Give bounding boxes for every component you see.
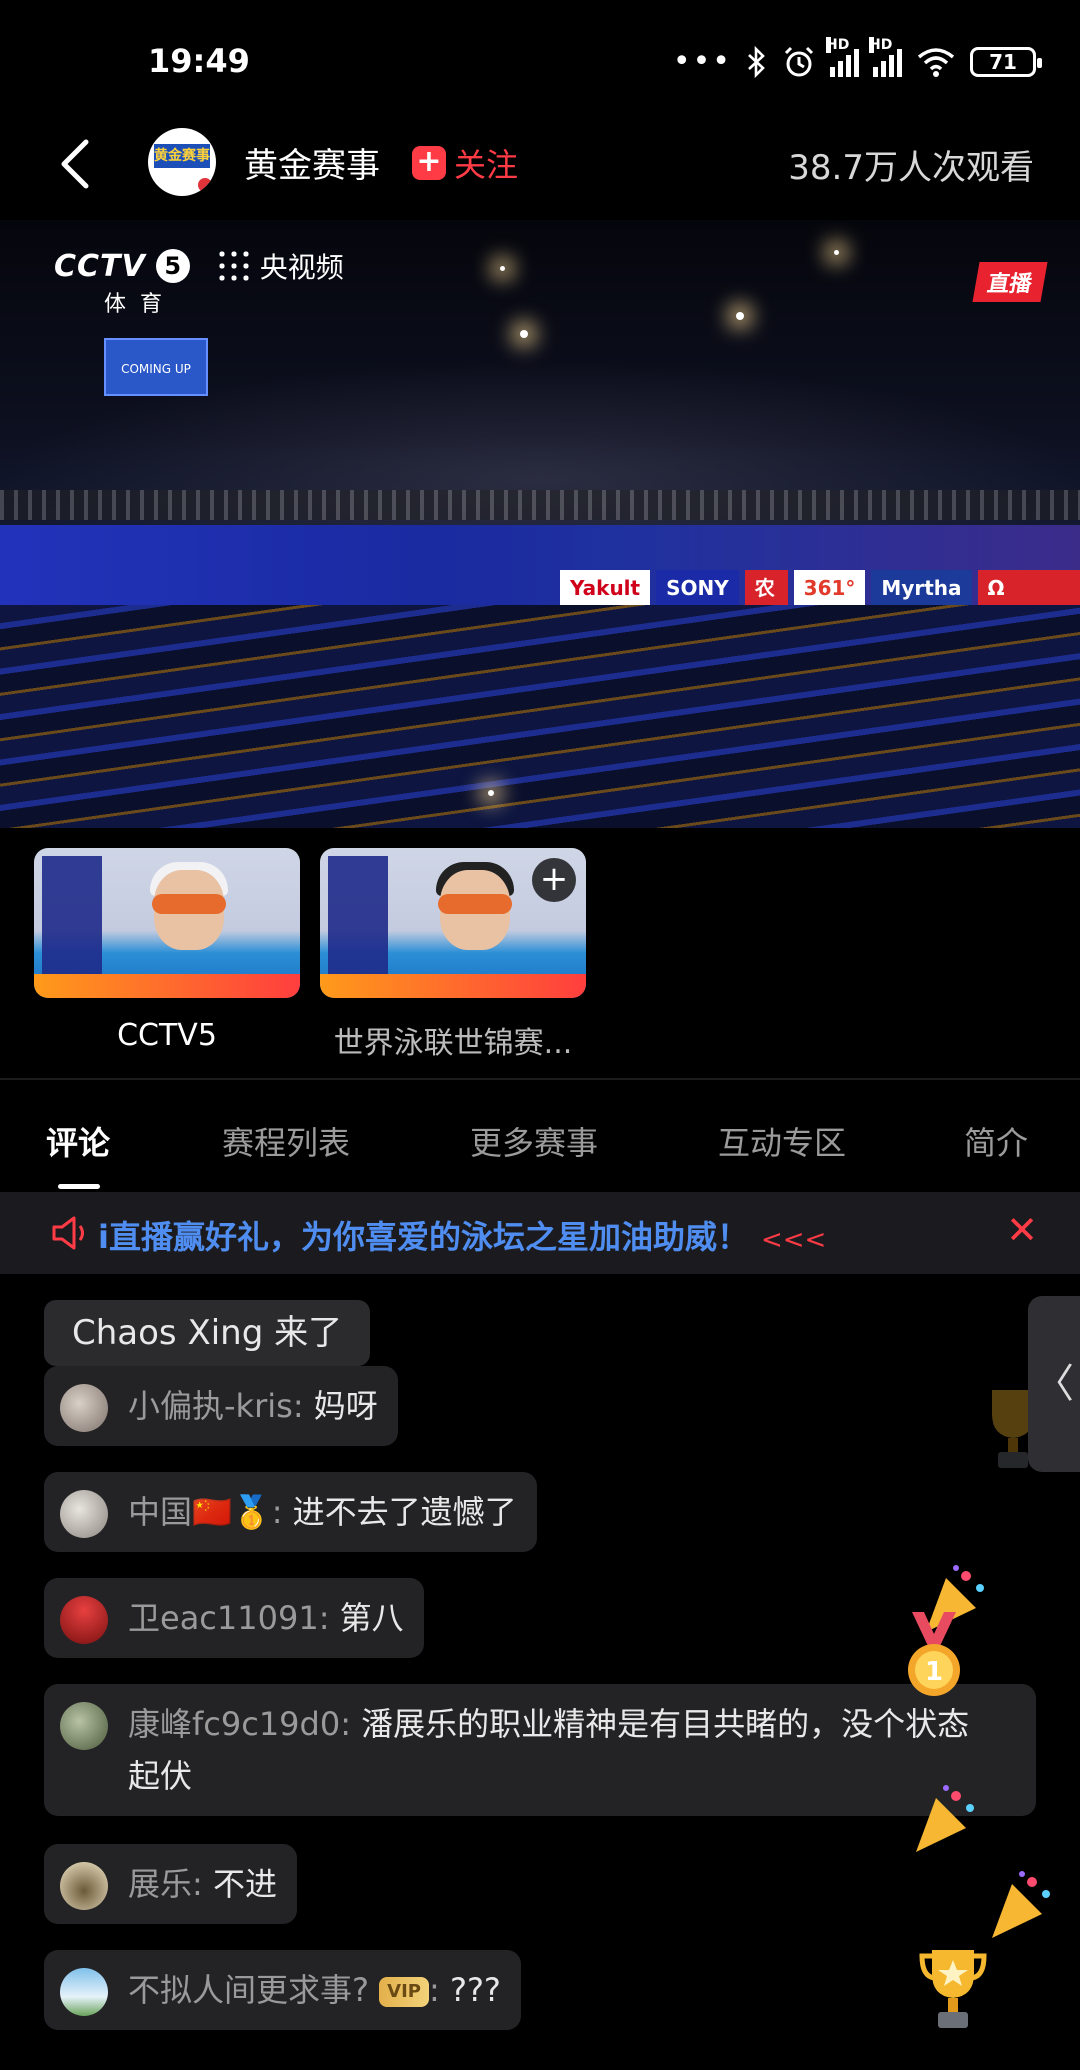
tab-intro[interactable]: 简介 <box>964 1118 1028 1164</box>
tab-active-indicator <box>58 1184 100 1189</box>
scoreboard: COMING UP <box>104 338 208 396</box>
add-stream-icon[interactable]: + <box>532 858 576 902</box>
channel-avatar[interactable]: 黄金赛事 <box>148 128 216 196</box>
stadium-light <box>520 330 528 338</box>
comment-username[interactable]: 康峰fc9c19d0 <box>128 1705 340 1743</box>
stream-thumb-image <box>34 848 300 998</box>
bluetooth-icon <box>748 45 765 78</box>
user-avatar[interactable] <box>60 1702 108 1750</box>
swimming-pool <box>0 605 1080 828</box>
tab-interactive[interactable]: 互动专区 <box>718 1118 846 1164</box>
user-avatar[interactable] <box>60 1596 108 1644</box>
comment-feed: Chaos Xing 来了 小偏执-kris: 妈呀 中国🇨🇳🥇: 进不去了遗憾… <box>0 1290 1080 2070</box>
video-player[interactable]: Yakult SONY 农夫山泉 361° Myrtha Pools Ω OME… <box>0 220 1080 828</box>
comment-item[interactable]: 卫eac11091: 第八 <box>44 1578 424 1658</box>
status-time: 19:49 <box>148 42 250 80</box>
stadium-light <box>736 312 744 320</box>
tab-schedule[interactable]: 赛程列表 <box>222 1118 350 1164</box>
stream-thumb-cctv5[interactable]: CCTV5 <box>34 848 300 1053</box>
comment-username[interactable]: 不拟人间更求事? <box>128 1971 369 2009</box>
status-icons: ••• HD HD 71 <box>672 36 1042 79</box>
stadium-light <box>834 250 839 255</box>
sponsor-nongfu: 农夫山泉 <box>744 570 788 708</box>
follow-button[interactable]: + 关注 <box>412 140 518 186</box>
live-badge: 直播 <box>972 262 1048 302</box>
party-popper-icon <box>992 1871 1050 1938</box>
sponsor-yakult: Yakult <box>560 570 651 606</box>
stream-thumb-caption: CCTV5 <box>117 1018 217 1053</box>
promo-message: i直播赢好礼，为你喜爱的泳坛之星加油助威！ <box>98 1218 749 1256</box>
comment-item[interactable]: 中国🇨🇳🥇: 进不去了遗憾了 <box>44 1472 537 1552</box>
comment-username[interactable]: 中国🇨🇳🥇 <box>128 1493 272 1531</box>
close-icon[interactable]: ✕ <box>1006 1208 1038 1252</box>
wifi-icon <box>917 47 955 77</box>
stream-switcher: CCTV5 + 世界泳联世锦赛... <box>0 848 1080 1061</box>
cctv-subtitle: 体育 <box>104 292 177 317</box>
railing <box>0 490 1080 520</box>
signal-hd-icon: HD <box>869 36 902 77</box>
status-bar: 19:49 ••• HD HD 71 <box>0 0 1080 120</box>
comment-text: ??? <box>449 1971 501 2009</box>
channel-logo-text: 黄金赛事 <box>154 144 210 168</box>
sponsor-361: 361° <box>793 570 866 606</box>
user-avatar[interactable] <box>60 1384 108 1432</box>
live-header: 黄金赛事 黄金赛事 + 关注 38.7万人次观看 <box>0 120 1080 220</box>
sponsor-myrtha: Myrtha Pools <box>871 570 972 636</box>
user-avatar[interactable] <box>60 1490 108 1538</box>
sponsor-boards: Yakult SONY 农夫山泉 361° Myrtha Pools Ω OME… <box>560 570 1080 708</box>
battery-icon: 71 <box>970 46 1042 77</box>
side-panel-toggle[interactable]: 〈 <box>1028 1296 1080 1472</box>
platform-logo: 央视频 <box>215 246 344 286</box>
stream-thumb-image: + <box>320 848 586 998</box>
platform-name: 央视频 <box>259 251 344 284</box>
promo-text: i直播赢好礼，为你喜爱的泳坛之星加油助威！ <<< <box>98 1212 826 1258</box>
party-popper-icon <box>916 1785 974 1852</box>
promo-banner[interactable]: i直播赢好礼，为你喜爱的泳坛之星加油助威！ <<< ✕ <box>0 1192 1080 1274</box>
user-avatar[interactable] <box>60 1968 108 2016</box>
promo-arrows: <<< <box>760 1225 827 1255</box>
gold-medal-icon: 1 <box>908 1612 960 1696</box>
broadcaster-logo: CCTV 5 体育 央视频 <box>54 246 344 317</box>
cctv-channel-number: 5 <box>155 249 190 283</box>
yangshipin-icon <box>215 248 252 284</box>
stream-thumb-caption: 世界泳联世锦赛... <box>333 1026 573 1061</box>
speaker-icon <box>52 1216 84 1250</box>
sponsor-omega: Ω OMEGA <box>977 570 1080 636</box>
vip-badge: VIP <box>379 1977 429 2007</box>
comment-username[interactable]: 卫eac11091 <box>128 1599 319 1637</box>
alarm-icon <box>784 46 814 76</box>
stadium-light <box>500 266 505 271</box>
comment-item[interactable]: 康峰fc9c19d0: 潘展乐的职业精神是有目共睹的，没个状态起伏 <box>44 1684 1036 1816</box>
comment-text: 第八 <box>339 1599 404 1637</box>
trophy-icon <box>919 1950 987 2028</box>
comment-username[interactable]: 小偏执-kris <box>128 1387 293 1425</box>
stream-thumb-world-aquatics[interactable]: + 世界泳联世锦赛... <box>320 848 586 1062</box>
stadium-light <box>488 790 494 796</box>
comment-item[interactable]: 小偏执-kris: 妈呀 <box>44 1366 398 1446</box>
channel-name[interactable]: 黄金赛事 <box>244 138 380 187</box>
more-dots-icon: ••• <box>672 44 732 79</box>
cctv-logo: CCTV <box>54 248 146 284</box>
comment-item[interactable]: 不拟人间更求事? VIP: ??? <box>44 1950 521 2030</box>
svg-text:1: 1 <box>925 1657 943 1687</box>
join-notice: Chaos Xing 来了 <box>44 1300 371 1366</box>
comment-text: 不进 <box>212 1865 277 1903</box>
divider <box>0 1078 1080 1080</box>
tab-comments[interactable]: 评论 <box>46 1118 110 1164</box>
tab-more-events[interactable]: 更多赛事 <box>470 1118 598 1164</box>
view-count: 38.7万人次观看 <box>788 148 1034 188</box>
comment-item[interactable]: 展乐: 不进 <box>44 1844 297 1924</box>
signal-hd-icon: HD <box>826 36 859 77</box>
sponsor-sony: SONY <box>656 570 739 606</box>
comment-text: 妈呀 <box>313 1387 378 1425</box>
back-arrow-icon[interactable] <box>48 134 108 194</box>
comment-text: 进不去了遗憾了 <box>292 1493 517 1531</box>
user-avatar[interactable] <box>60 1862 108 1910</box>
follow-label: 关注 <box>454 146 519 184</box>
verified-badge-icon <box>196 176 214 194</box>
content-tabs: 评论 赛程列表 更多赛事 互动专区 简介 <box>0 1108 1080 1189</box>
plus-icon: + <box>412 146 446 180</box>
comment-username[interactable]: 展乐 <box>128 1865 192 1903</box>
